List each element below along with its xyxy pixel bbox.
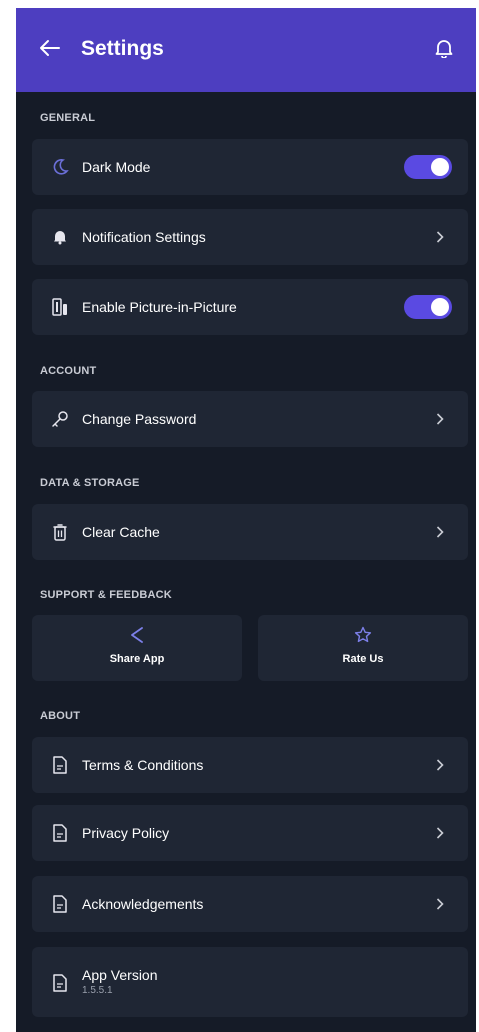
toggle-knob <box>431 158 449 176</box>
toggle-knob <box>431 298 449 316</box>
acknowledgements-label: Acknowledgements <box>82 896 204 912</box>
chevron-right-icon <box>434 229 446 245</box>
dark-mode-toggle[interactable] <box>404 155 452 179</box>
privacy-policy-row[interactable]: Privacy Policy <box>32 805 468 861</box>
picture-in-picture-toggle[interactable] <box>404 295 452 319</box>
app-version-row: App Version 1.5.5.1 <box>32 947 468 1017</box>
terms-conditions-label: Terms & Conditions <box>82 757 204 773</box>
picture-in-picture-icon <box>50 297 70 317</box>
dark-mode-label: Dark Mode <box>82 159 151 175</box>
change-password-label: Change Password <box>82 411 197 427</box>
clear-cache-label: Clear Cache <box>82 524 160 540</box>
dark-mode-row[interactable]: Dark Mode <box>32 139 468 195</box>
section-label-account: ACCOUNT <box>40 365 97 377</box>
acknowledgements-row[interactable]: Acknowledgements <box>32 876 468 932</box>
app-version-label: App Version <box>82 967 158 983</box>
chevron-right-icon <box>434 896 446 912</box>
change-password-row[interactable]: Change Password <box>32 391 468 447</box>
page-title: Settings <box>81 37 164 60</box>
section-label-support: SUPPORT & FEEDBACK <box>40 589 172 601</box>
chevron-right-icon <box>434 825 446 841</box>
share-icon <box>129 626 145 649</box>
notification-bell-icon <box>50 227 70 247</box>
share-app-button[interactable]: Share App <box>32 615 242 681</box>
rate-us-button[interactable]: Rate Us <box>258 615 468 681</box>
chevron-right-icon <box>434 524 446 540</box>
star-icon <box>354 626 372 649</box>
moon-icon <box>50 157 70 177</box>
picture-in-picture-label: Enable Picture-in-Picture <box>82 299 237 315</box>
app-header: Settings <box>16 8 476 92</box>
chevron-right-icon <box>434 757 446 773</box>
document-icon <box>50 755 70 775</box>
document-icon <box>50 973 70 993</box>
back-button[interactable] <box>36 36 64 64</box>
section-label-general: GENERAL <box>40 112 96 124</box>
key-icon <box>50 409 70 429</box>
picture-in-picture-row[interactable]: Enable Picture-in-Picture <box>32 279 468 335</box>
chevron-right-icon <box>434 411 446 427</box>
rate-us-label: Rate Us <box>342 653 384 665</box>
notification-settings-row[interactable]: Notification Settings <box>32 209 468 265</box>
settings-screen: Settings GENERAL Dark Mode Notification … <box>16 8 476 1032</box>
notifications-button[interactable] <box>432 38 456 62</box>
document-icon <box>50 823 70 843</box>
app-version-value: 1.5.5.1 <box>82 985 113 996</box>
document-icon <box>50 894 70 914</box>
notification-settings-label: Notification Settings <box>82 229 206 245</box>
bell-icon <box>435 38 453 63</box>
arrow-left-icon <box>39 39 61 62</box>
section-label-data-storage: DATA & STORAGE <box>40 477 140 489</box>
section-label-about: ABOUT <box>40 710 81 722</box>
share-app-label: Share App <box>109 653 165 665</box>
clear-cache-row[interactable]: Clear Cache <box>32 504 468 560</box>
privacy-policy-label: Privacy Policy <box>82 825 170 841</box>
terms-conditions-row[interactable]: Terms & Conditions <box>32 737 468 793</box>
trash-icon <box>50 522 70 542</box>
